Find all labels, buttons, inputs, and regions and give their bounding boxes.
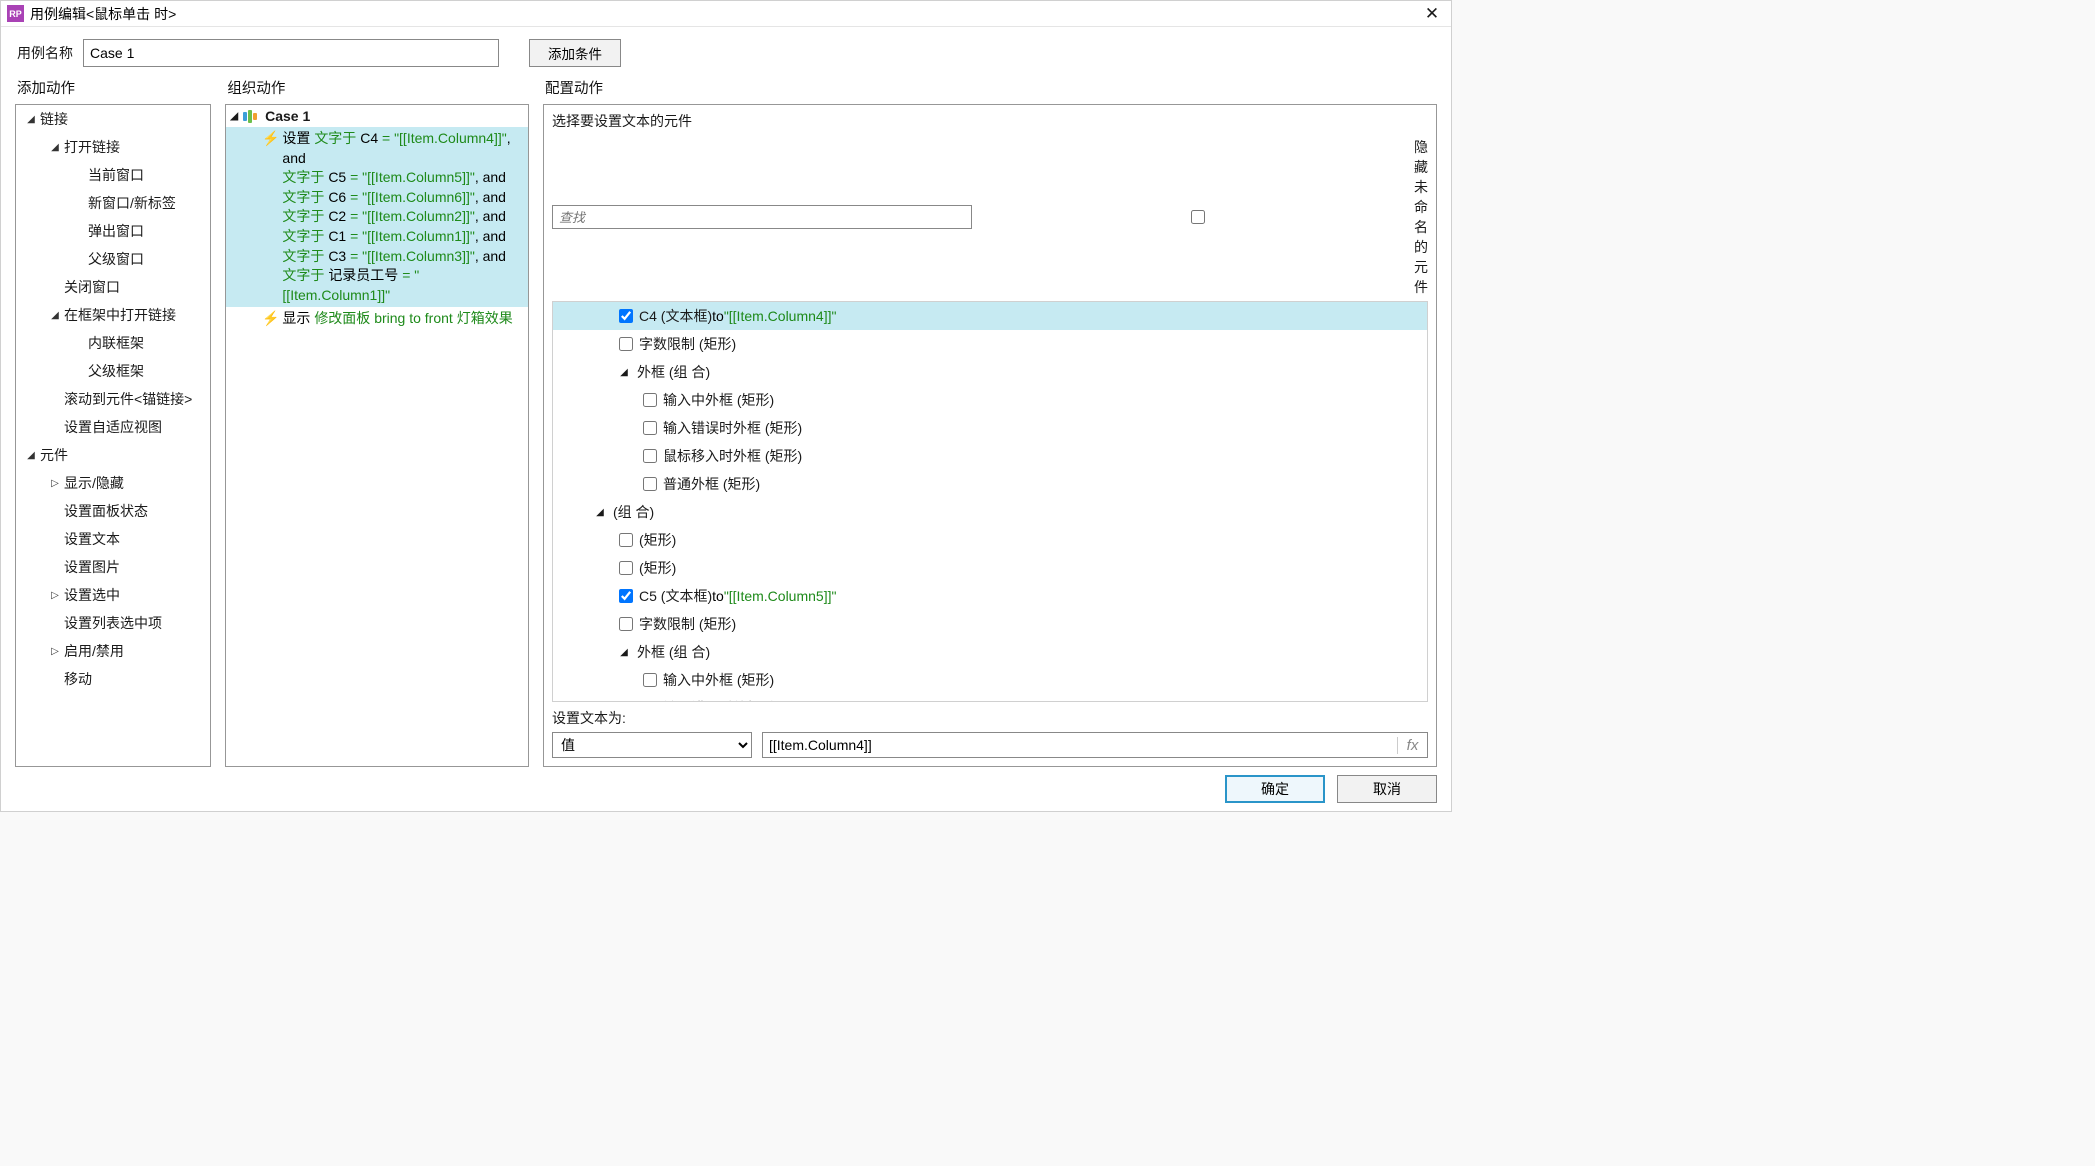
configure-actions-panel: 配置动作 选择要设置文本的元件 隐藏未命名的元件 C4 (文本框) to "[[… [543, 71, 1437, 767]
cfg-checkbox[interactable] [643, 673, 657, 687]
tree-item-scroll-anchor[interactable]: ◢滚动到元件<锚链接> [16, 385, 210, 413]
cfg-row[interactable]: 鼠标移入时外框 (矩形) [553, 442, 1427, 470]
cfg-row[interactable]: 字数限制 (矩形) [553, 330, 1427, 358]
cfg-row-c5[interactable]: C5 (文本框) to "[[Item.Column5]]" [553, 582, 1427, 610]
case-name-input[interactable] [83, 39, 499, 67]
tree-item-parent-frame[interactable]: ◢父级框架 [16, 357, 210, 385]
cfg-checkbox[interactable] [619, 309, 633, 323]
add-condition-button[interactable]: 添加条件 [529, 39, 621, 67]
window-title: 用例编辑<鼠标单击 时> [30, 4, 176, 24]
tree-item-inline-frame[interactable]: ◢内联框架 [16, 329, 210, 357]
case-name-label: Case 1 [265, 108, 310, 124]
hide-unnamed-label: 隐藏未命名的元件 [1414, 137, 1428, 297]
value-input[interactable] [763, 737, 1397, 753]
tree-item-set-list-selected[interactable]: ◢设置列表选中项 [16, 609, 210, 637]
cfg-search-row: 隐藏未命名的元件 [544, 135, 1436, 301]
organize-actions-panel: 组织动作 ◢ Case 1 ⚡ 设置 文字于 C4 = "[[Item.Colu… [225, 71, 543, 767]
value-type-select[interactable]: 值 [552, 732, 752, 758]
tree-item-popup[interactable]: ◢弹出窗口 [16, 217, 210, 245]
cfg-checkbox[interactable] [643, 449, 657, 463]
cfg-checkbox[interactable] [619, 533, 633, 547]
cfg-row[interactable]: (矩形) [553, 554, 1427, 582]
tree-item-new-window[interactable]: ◢新窗口/新标签 [16, 189, 210, 217]
tree-item-links[interactable]: ◢链接 [16, 105, 210, 133]
cfg-widget-tree[interactable]: C4 (文本框) to "[[Item.Column4]]" 字数限制 (矩形)… [552, 301, 1428, 702]
cfg-row[interactable]: 输入错误时外框 (矩形) [553, 694, 1427, 702]
cfg-checkbox[interactable] [643, 421, 657, 435]
header: 用例名称 添加条件 [1, 27, 1451, 71]
organize-actions-tree[interactable]: ◢ Case 1 ⚡ 设置 文字于 C4 = "[[Item.Column4]]… [226, 105, 528, 766]
fx-button[interactable]: fx [1397, 737, 1427, 754]
cfg-row-group[interactable]: ◢外框 (组 合) [553, 638, 1427, 666]
add-actions-box: ◢链接 ◢打开链接 ◢当前窗口 ◢新窗口/新标签 ◢弹出窗口 ◢父级窗口 ◢关闭… [15, 104, 211, 767]
cfg-checkbox[interactable] [619, 561, 633, 575]
tree-item-close-window[interactable]: ◢关闭窗口 [16, 273, 210, 301]
value-input-box: fx [762, 732, 1428, 758]
action-show[interactable]: ⚡ 显示 修改面板 bring to front 灯箱效果 [226, 307, 528, 331]
cfg-row[interactable]: 输入中外框 (矩形) [553, 666, 1427, 694]
add-actions-tree[interactable]: ◢链接 ◢打开链接 ◢当前窗口 ◢新窗口/新标签 ◢弹出窗口 ◢父级窗口 ◢关闭… [16, 105, 210, 766]
cfg-row-c4[interactable]: C4 (文本框) to "[[Item.Column4]]" [553, 302, 1427, 330]
tree-item-set-text[interactable]: ◢设置文本 [16, 525, 210, 553]
tree-item-set-selected[interactable]: ▷设置选中 [16, 581, 210, 609]
cfg-row[interactable]: 输入错误时外框 (矩形) [553, 414, 1427, 442]
bolt-icon: ⚡ [262, 129, 276, 147]
configure-actions-box: 选择要设置文本的元件 隐藏未命名的元件 C4 (文本框) to "[[Item.… [543, 104, 1437, 767]
set-text-to-label: 设置文本为: [552, 708, 1428, 728]
cfg-checkbox[interactable] [619, 589, 633, 603]
cfg-checkbox[interactable] [643, 477, 657, 491]
case-name-label: 用例名称 [17, 43, 73, 63]
action-lines: 显示 修改面板 bring to front 灯箱效果 [282, 309, 524, 329]
add-actions-panel: 添加动作 ◢链接 ◢打开链接 ◢当前窗口 ◢新窗口/新标签 ◢弹出窗口 ◢父级窗… [15, 71, 225, 767]
hide-unnamed-checkbox[interactable]: 隐藏未命名的元件 [988, 137, 1428, 297]
cfg-row-group[interactable]: ◢外框 (组 合) [553, 358, 1427, 386]
tree-item-open-link[interactable]: ◢打开链接 [16, 133, 210, 161]
cancel-button[interactable]: 取消 [1337, 775, 1437, 803]
close-icon[interactable]: ✕ [1419, 1, 1445, 27]
ok-button[interactable]: 确定 [1225, 775, 1325, 803]
action-lines: 设置 文字于 C4 = "[[Item.Column4]]", and 文字于 … [282, 129, 524, 305]
tree-item-set-image[interactable]: ◢设置图片 [16, 553, 210, 581]
titlebar: RP 用例编辑<鼠标单击 时> ✕ [1, 1, 1451, 27]
tree-item-set-panel-state[interactable]: ◢设置面板状态 [16, 497, 210, 525]
app-icon: RP [7, 5, 24, 22]
tree-item-show-hide[interactable]: ▷显示/隐藏 [16, 469, 210, 497]
bolt-icon: ⚡ [262, 309, 276, 327]
cfg-bottom: 设置文本为: 值 fx [544, 702, 1436, 766]
panels: 添加动作 ◢链接 ◢打开链接 ◢当前窗口 ◢新窗口/新标签 ◢弹出窗口 ◢父级窗… [1, 71, 1451, 767]
cfg-checkbox[interactable] [643, 393, 657, 407]
add-actions-title: 添加动作 [15, 71, 225, 104]
tree-item-move[interactable]: ◢移动 [16, 665, 210, 693]
hide-unnamed-cb[interactable] [988, 210, 1408, 224]
tree-item-adaptive-view[interactable]: ◢设置自适应视图 [16, 413, 210, 441]
action-set-text[interactable]: ⚡ 设置 文字于 C4 = "[[Item.Column4]]", and 文字… [226, 127, 528, 307]
cfg-row[interactable]: (矩形) [553, 526, 1427, 554]
tree-item-open-in-frame[interactable]: ◢在框架中打开链接 [16, 301, 210, 329]
cfg-checkbox[interactable] [619, 617, 633, 631]
tree-item-current-window[interactable]: ◢当前窗口 [16, 161, 210, 189]
configure-actions-title: 配置动作 [543, 71, 1437, 104]
cfg-row-group[interactable]: ◢(组 合) [553, 498, 1427, 526]
tree-item-widgets[interactable]: ◢元件 [16, 441, 210, 469]
cfg-row[interactable]: 输入中外框 (矩形) [553, 386, 1427, 414]
case-row[interactable]: ◢ Case 1 [226, 105, 528, 127]
cfg-checkbox[interactable] [619, 337, 633, 351]
organize-actions-title: 组织动作 [225, 71, 543, 104]
cfg-row[interactable]: 字数限制 (矩形) [553, 610, 1427, 638]
tree-item-parent-window[interactable]: ◢父级窗口 [16, 245, 210, 273]
tree-item-enable-disable[interactable]: ▷启用/禁用 [16, 637, 210, 665]
cfg-row[interactable]: 普通外框 (矩形) [553, 470, 1427, 498]
organize-actions-box: ◢ Case 1 ⚡ 设置 文字于 C4 = "[[Item.Column4]]… [225, 104, 529, 767]
cfg-search-input[interactable] [552, 205, 972, 229]
cfg-select-label: 选择要设置文本的元件 [544, 105, 1436, 135]
case-icon [243, 109, 260, 123]
footer: 确定 取消 [1, 767, 1451, 811]
case-editor-dialog: RP 用例编辑<鼠标单击 时> ✕ 用例名称 添加条件 添加动作 ◢链接 ◢打开… [0, 0, 1452, 812]
